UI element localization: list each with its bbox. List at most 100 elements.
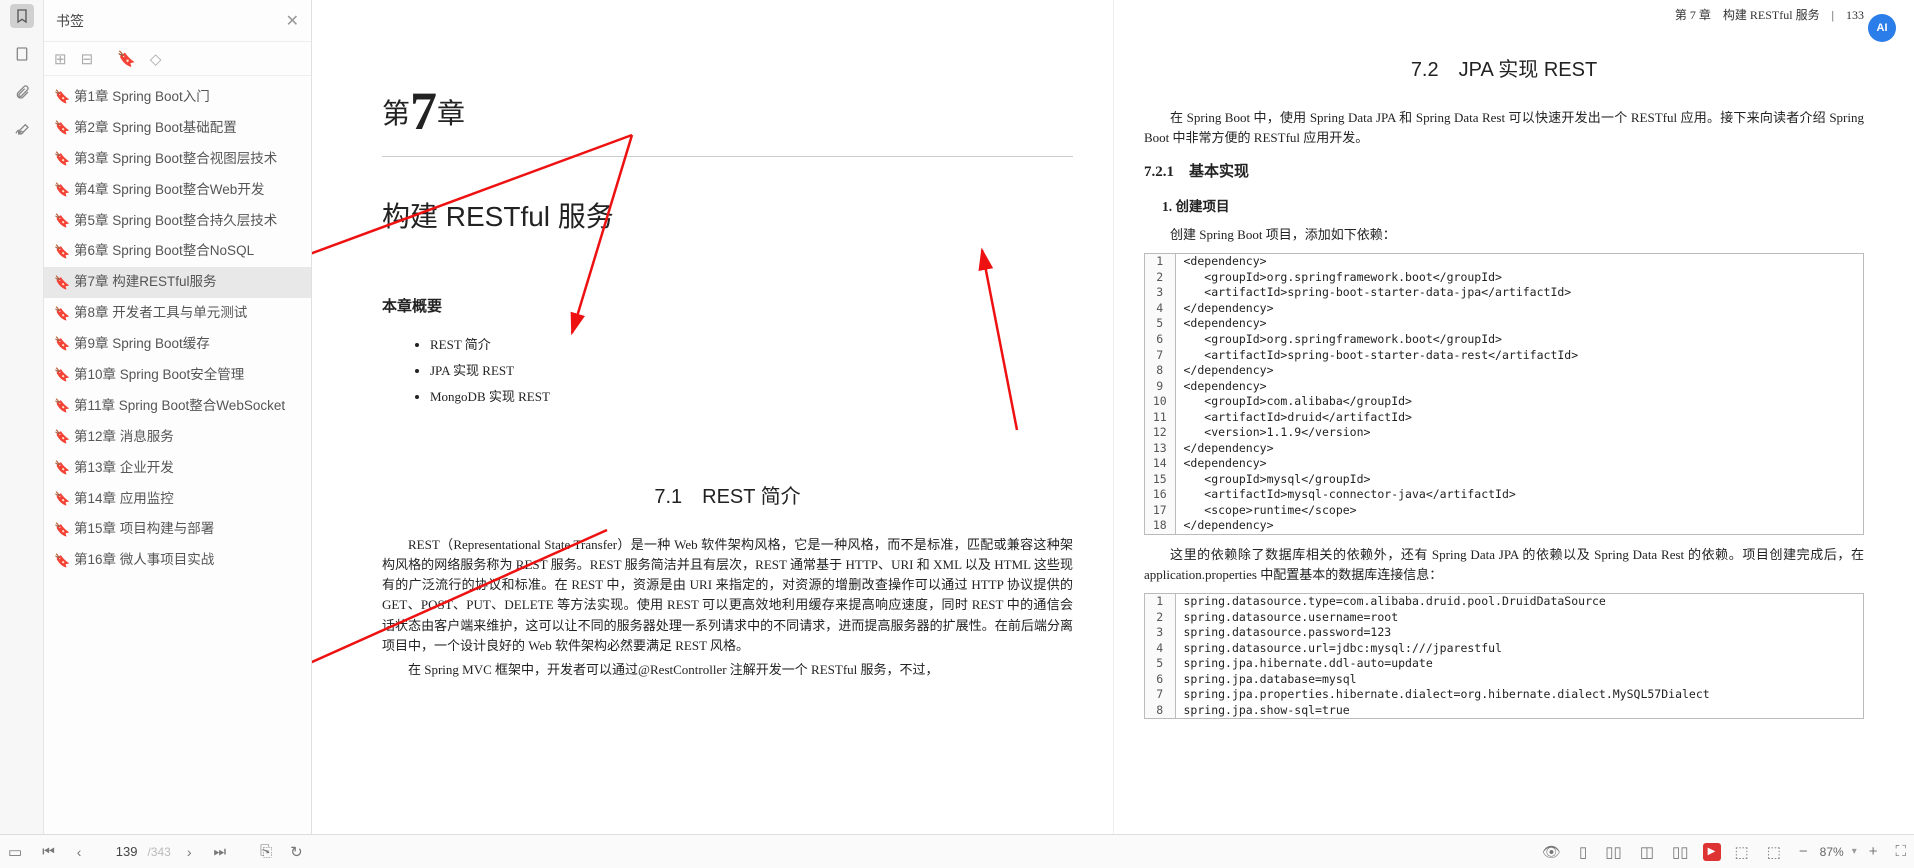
bookmark-icon: 🔖 [54,305,68,323]
bookmark-item[interactable]: 🔖 第16章 微人事项目实战 [44,545,311,576]
bookmark-icon: 🔖 [54,88,68,106]
bookmark-item[interactable]: 🔖 第6章 Spring Boot整合NoSQL [44,236,311,267]
bookmark-list: 🔖第1章 Spring Boot入门🔖第2章 Spring Boot基础配置🔖第… [44,76,311,868]
bookmark-label: 第7章 构建RESTful服务 [74,273,217,292]
bookmark-item[interactable]: 🔖第8章 开发者工具与单元测试 [44,298,311,329]
zoom-in-button[interactable]: + [1865,841,1882,862]
zoom-dropdown-icon[interactable]: ▾ [1852,846,1857,857]
bookmark-icon: 🔖 [54,181,68,199]
page-right: 第 7 章 构建 RESTful 服务 | 133 7.2 JPA 实现 RES… [1113,0,1914,868]
last-page-button[interactable]: ⏭ [208,841,233,862]
section-7-2-1-heading: 7.2.1 基本实现 [1144,160,1864,181]
para-7-1-a: REST（Representational State Transfer）是一种… [382,535,1073,656]
step-heading: 1. 创建项目 [1162,195,1864,215]
bookmark-icon: 🔖 [54,397,68,415]
panel-title: 书签 [56,11,84,31]
para-props: 这里的依赖除了数据库相关的依赖外，还有 Spring Data JPA 的依赖以… [1144,545,1864,585]
tool-b-icon[interactable]: ⬚ [1763,841,1785,863]
overview-bullet: MongoDB 实现 REST [430,384,1073,410]
bookmark-item[interactable]: 🔖 第15章 项目构建与部署 [44,514,311,545]
bookmark-item[interactable]: 🔖 第13章 企业开发 [44,453,311,484]
signature-icon[interactable] [10,118,34,142]
bookmark-item[interactable]: 🔖 第9章 Spring Boot缓存 [44,329,311,360]
page-thumb-icon[interactable] [10,42,34,66]
attachment-icon[interactable] [10,80,34,104]
fullscreen-icon[interactable]: ⛶ [1891,841,1910,862]
bookmark-label: 第9章 Spring Boot缓存 [74,335,210,354]
code-block-props: 1spring.datasource.type=com.alibaba.drui… [1144,593,1864,719]
bookmark-label: 第15章 项目构建与部署 [74,520,214,539]
bookmark-label: 第5章 Spring Boot整合持久层技术 [74,212,277,231]
rotate-icon[interactable]: ↻ [286,841,307,863]
prev-page-button[interactable]: ‹ [71,842,88,862]
bookmark-item[interactable]: 🔖 第10章 Spring Boot安全管理 [44,360,311,391]
play-button[interactable]: ▶ [1703,843,1721,861]
read-aloud-icon[interactable]: 👁 [1538,841,1565,863]
add-bookmark-icon[interactable]: 🔖 [117,50,136,68]
tool-a-icon[interactable]: ⬚ [1731,841,1753,863]
bookmark-label: 第10章 Spring Boot安全管理 [74,366,244,385]
bookmark-icon: 🔖 [54,366,68,384]
next-page-button[interactable]: › [181,842,198,862]
zoom-level: 87% [1820,845,1844,859]
bookmark-icon: 🔖 [54,428,68,446]
zoom-out-button[interactable]: − [1795,841,1812,862]
section-7-1-heading: 7.1 REST 简介 [382,480,1073,509]
bookmark-tab-icon[interactable] [10,4,34,28]
expand-all-icon[interactable]: ⊞ [54,50,67,68]
page-number-input[interactable] [97,844,137,859]
status-bar: ▭ ⏮ ‹ /343 › ⏭ ⎘ ↻ 👁 ▯ ▯▯ ◫ ▯▯ ▶ ⬚ ⬚ − 8… [0,834,1914,868]
bookmark-outline-icon[interactable]: ◇ [150,50,162,68]
layout-icon[interactable]: ▭ [4,841,26,863]
bookmarks-panel: 书签 ✕ ⊞ ⊟ 🔖 ◇ 🔖 第1章 Spring Boot入门 🔖第2章 Spri… [44,0,312,868]
bookmark-item[interactable]: 🔖 第7章 构建RESTful服务 [44,267,311,298]
close-icon[interactable]: ✕ [286,11,299,31]
bookmark-toolbar: ⊞ ⊟ 🔖 ◇ [44,42,311,76]
bookmark-icon: 🔖 [54,150,68,168]
bookmark-item[interactable]: 🔖 第1章 Spring Boot入门 [44,82,311,113]
bookmark-label: 第6章 Spring Boot整合NoSQL [74,242,254,261]
bookmark-item[interactable]: 🔖第14章 应用监控 [44,484,311,515]
bookmark-label: 第3章 Spring Boot整合视图层技术 [74,150,277,169]
book-icon[interactable]: ▯▯ [1668,841,1693,863]
bookmark-icon: 🔖 [54,521,68,539]
bookmark-label: 第14章 应用监控 [74,490,174,509]
chapter-number: 第7章 [382,80,1073,142]
overview-bullet: REST 简介 [430,332,1073,358]
bookmark-icon: 🔖 [54,274,68,292]
facing-icon[interactable]: ◫ [1636,841,1658,863]
bookmark-label: 第12章 消息服务 [74,428,174,447]
bookmark-icon: 🔖 [54,243,68,261]
bookmark-item[interactable]: 🔖 第11章 Spring Boot整合WebSocket [44,391,311,422]
jump-icon[interactable]: ⎘ [256,841,276,862]
bookmark-label: 第11章 Spring Boot整合WebSocket [74,397,285,416]
bookmark-label: 第16章 微人事项目实战 [74,551,214,570]
bookmark-item[interactable]: 🔖 第3章 Spring Boot整合视图层技术 [44,144,311,175]
bookmark-icon: 🔖 [54,459,68,477]
bookmark-item[interactable]: 🔖第4章 Spring Boot整合Web开发 [44,175,311,206]
bookmark-label: 第1章 Spring Boot入门 [74,88,210,107]
code-block-deps: 1<dependency>2 <groupId>org.springframew… [1144,253,1864,534]
bookmark-item[interactable]: 🔖第2章 Spring Boot基础配置 [44,113,311,144]
running-head: 第 7 章 构建 RESTful 服务 | 133 [1144,6,1864,23]
para-deps: 创建 Spring Boot 项目，添加如下依赖： [1144,225,1864,245]
overview-bullet: JPA 实现 REST [430,358,1073,384]
bookmark-icon: 🔖 [54,552,68,570]
first-page-button[interactable]: ⏮ [36,841,61,862]
bookmark-item[interactable]: 🔖 第5章 Spring Boot整合持久层技术 [44,206,311,237]
continuous-icon[interactable]: ▯▯ [1601,841,1626,863]
bookmark-item[interactable]: 🔖 第12章 消息服务 [44,422,311,453]
single-page-icon[interactable]: ▯ [1575,841,1591,863]
chapter-divider [382,156,1073,157]
left-iconbar [0,0,44,868]
overview-bullets: REST 简介JPA 实现 RESTMongoDB 实现 REST [430,332,1073,410]
collapse-all-icon[interactable]: ⊟ [81,50,94,68]
bookmark-icon: 🔖 [54,119,68,137]
para-7-2-intro: 在 Spring Boot 中，使用 Spring Data JPA 和 Spr… [1144,108,1864,148]
ai-assistant-badge[interactable]: AI [1868,14,1896,42]
bookmark-icon: 🔖 [54,212,68,230]
overview-heading: 本章概要 [382,295,1073,316]
bookmark-icon: 🔖 [54,335,68,353]
section-7-2-heading: 7.2 JPA 实现 REST [1144,53,1864,82]
bookmark-label: 第13章 企业开发 [74,459,174,478]
